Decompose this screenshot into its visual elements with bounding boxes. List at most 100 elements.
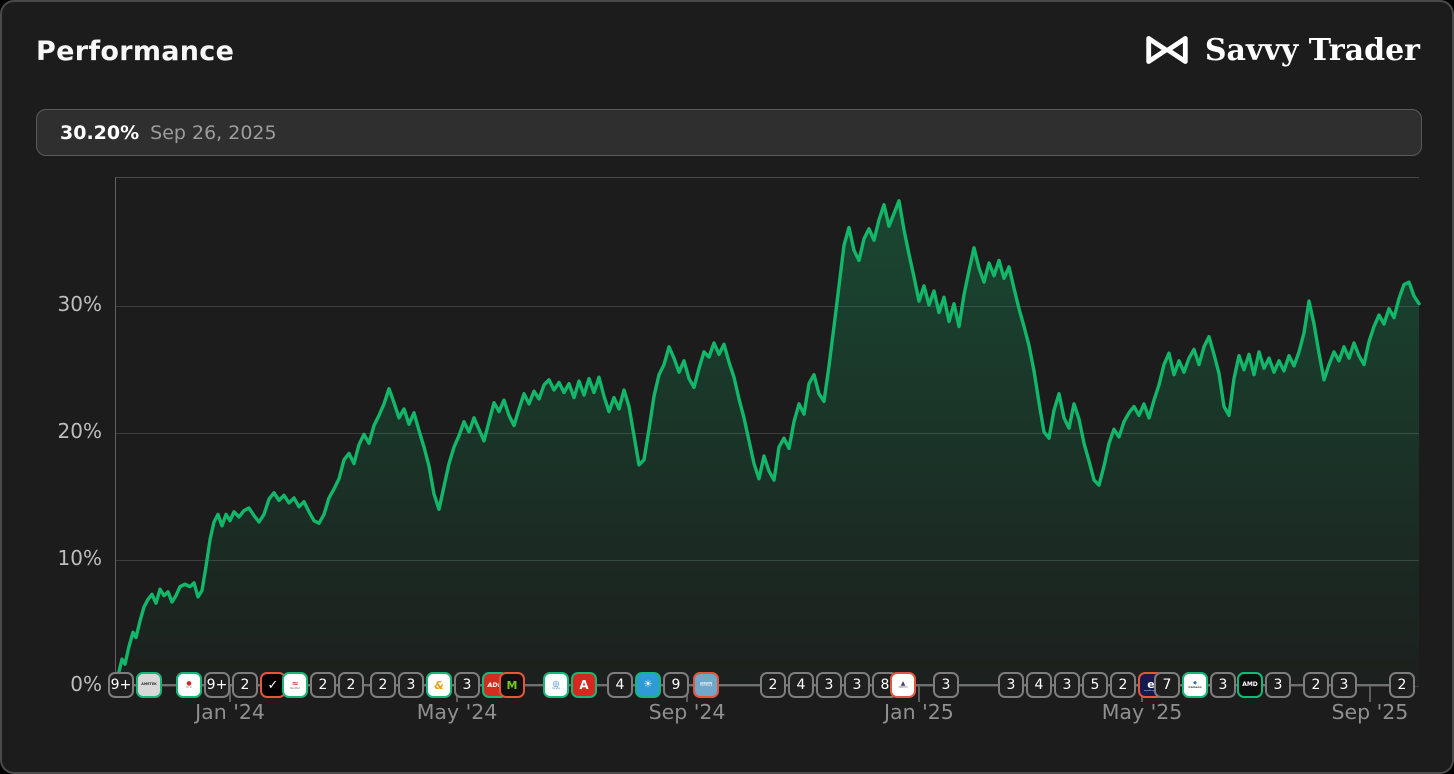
logo-glyph: & [434, 678, 444, 692]
event-count-label: 4 [796, 677, 806, 693]
event-badge-count[interactable]: 5 [1082, 672, 1108, 698]
event-group: M [499, 672, 525, 698]
event-count-label: 3 [1062, 677, 1072, 693]
performance-area [116, 200, 1419, 688]
y-axis-label: 0% [70, 672, 102, 696]
x-axis-label: Jan '25 [884, 700, 954, 724]
event-count-label: 2 [318, 677, 328, 693]
event-badge-ametek-logo[interactable]: AMETEK [136, 672, 162, 698]
event-badge-vertex-logo[interactable]: ▲ VERTEX [890, 672, 916, 698]
event-group: 3 4 3 5 2 e expedia group [998, 672, 1164, 698]
event-badge-count[interactable]: 3 [398, 672, 424, 698]
logo-glyph: AMETEK [141, 682, 157, 687]
event-badge-count[interactable]: 2 [760, 672, 786, 698]
event-count-label: 4 [1034, 677, 1044, 693]
summary-chip: 30.20% Sep 26, 2025 [36, 109, 1422, 156]
event-badge-incyte-logo[interactable]: ◎ Incyte [543, 672, 569, 698]
event-group: 3 [933, 672, 959, 698]
event-badge-count[interactable]: 7 [1154, 672, 1180, 698]
logo-glyph: Incyte [552, 686, 560, 690]
x-axis-label: Sep '24 [648, 700, 726, 724]
logo-glyph: VERTEX [898, 685, 908, 689]
event-group: ▲ VERTEX [890, 672, 916, 698]
event-count-label: 9 [671, 677, 681, 693]
event-group: 2 3 & 3 ADP [370, 672, 508, 698]
event-badge-mcdonalds-logo[interactable]: ● McD [176, 672, 202, 698]
logo-glyph: MATERIALS [699, 684, 713, 688]
event-badge-count[interactable]: 2 [232, 672, 258, 698]
event-badge-count[interactable]: 3 [998, 672, 1024, 698]
y-axis-label: 10% [57, 546, 102, 571]
performance-chart [114, 199, 1421, 688]
event-count-label: 4 [615, 677, 625, 693]
event-count-label: 9+ [206, 677, 228, 693]
event-badge-count[interactable]: 4 [607, 672, 633, 698]
brand-name: Savvy Trader [1204, 32, 1420, 68]
event-count-label: 7 [1162, 677, 1172, 693]
event-badge-cameco-logo[interactable]: ◆ Cameco [1182, 672, 1208, 698]
event-count-label: 2 [768, 677, 778, 693]
x-axis-label: May '24 [416, 700, 498, 724]
event-group: ● McD 9+ 2 ✓ [176, 672, 286, 698]
logo-glyph: A [579, 678, 589, 692]
event-badge-count[interactable]: 3 [1265, 672, 1291, 698]
event-badge-count[interactable]: 3 [816, 672, 842, 698]
event-count-label: 3 [1006, 677, 1016, 693]
event-badge-count[interactable]: 3 [844, 672, 870, 698]
event-group: APPLIED MATERIALS [693, 672, 719, 698]
event-badge-amd-logo[interactable]: AMD [1237, 672, 1263, 698]
savvy-trader-logo-icon [1146, 36, 1188, 64]
logo-glyph: M [506, 678, 518, 692]
event-badge-count[interactable]: 2 [310, 672, 336, 698]
event-count-label: 3 [406, 677, 416, 693]
event-badge-count[interactable]: 9+ [108, 672, 134, 698]
event-count-label: 9+ [110, 677, 132, 693]
event-badge-count[interactable]: 3 [1054, 672, 1080, 698]
event-group: AMD 3 [1237, 672, 1291, 698]
event-count-label: 3 [852, 677, 862, 693]
event-badge-count[interactable]: 3 [933, 672, 959, 698]
event-count-label: 3 [1218, 677, 1228, 693]
x-axis-label: Sep '25 [1331, 700, 1409, 724]
event-count-label: 2 [1118, 677, 1128, 693]
event-count-label: 2 [240, 677, 250, 693]
logo-glyph: McD [186, 685, 192, 689]
event-badge-count[interactable]: 2 [1110, 672, 1136, 698]
event-badge-resmed-logo[interactable]: ≈ ResMed [282, 672, 308, 698]
event-badge-count[interactable]: 3 [454, 672, 480, 698]
event-group: 4 ☀ 9 [607, 672, 689, 698]
as-of-date: Sep 26, 2025 [150, 121, 277, 144]
event-badge-count[interactable]: 2 [338, 672, 364, 698]
plot-area [114, 177, 1421, 688]
page-title: Performance [36, 36, 235, 67]
x-axis-label: Jan '24 [195, 700, 265, 724]
event-badge-blue-sun-logo[interactable]: ☀ [635, 672, 661, 698]
event-badge-monster-energy-logo[interactable]: M [499, 672, 525, 698]
event-group: ◎ Incyte A [543, 672, 597, 698]
event-count-label: 3 [1339, 677, 1349, 693]
event-badge-count[interactable]: 4 [1026, 672, 1052, 698]
event-badge-applied-materials-logo[interactable]: APPLIED MATERIALS [693, 672, 719, 698]
event-badge-count[interactable]: 3 [1210, 672, 1236, 698]
event-count-label: 3 [1273, 677, 1283, 693]
event-group: 2 [1389, 672, 1415, 698]
event-badge-count[interactable]: 3 [1331, 672, 1357, 698]
event-group: 23 [1303, 672, 1357, 698]
return-value: 30.20% [60, 121, 140, 144]
event-count-label: 2 [378, 677, 388, 693]
logo-glyph: AMD [1242, 681, 1258, 688]
event-badge-count[interactable]: 4 [788, 672, 814, 698]
event-badge-gold-emblem-logo[interactable]: & [426, 672, 452, 698]
event-group: ≈ ResMed 2 2 [282, 672, 364, 698]
event-badge-count[interactable]: 2 [1389, 672, 1415, 698]
brand[interactable]: Savvy Trader [1141, 32, 1420, 68]
event-count-label: 2 [1311, 677, 1321, 693]
event-badge-adobe-logo[interactable]: A [571, 672, 597, 698]
event-badge-count[interactable]: 2 [1303, 672, 1329, 698]
logo-glyph: ✓ [267, 677, 279, 693]
event-badge-count[interactable]: 9 [663, 672, 689, 698]
event-group: 2 4 3 3 8 [760, 672, 898, 698]
event-badge-count[interactable]: 9+ [204, 672, 230, 698]
y-axis-label: 20% [57, 419, 102, 444]
event-badge-count[interactable]: 2 [370, 672, 396, 698]
